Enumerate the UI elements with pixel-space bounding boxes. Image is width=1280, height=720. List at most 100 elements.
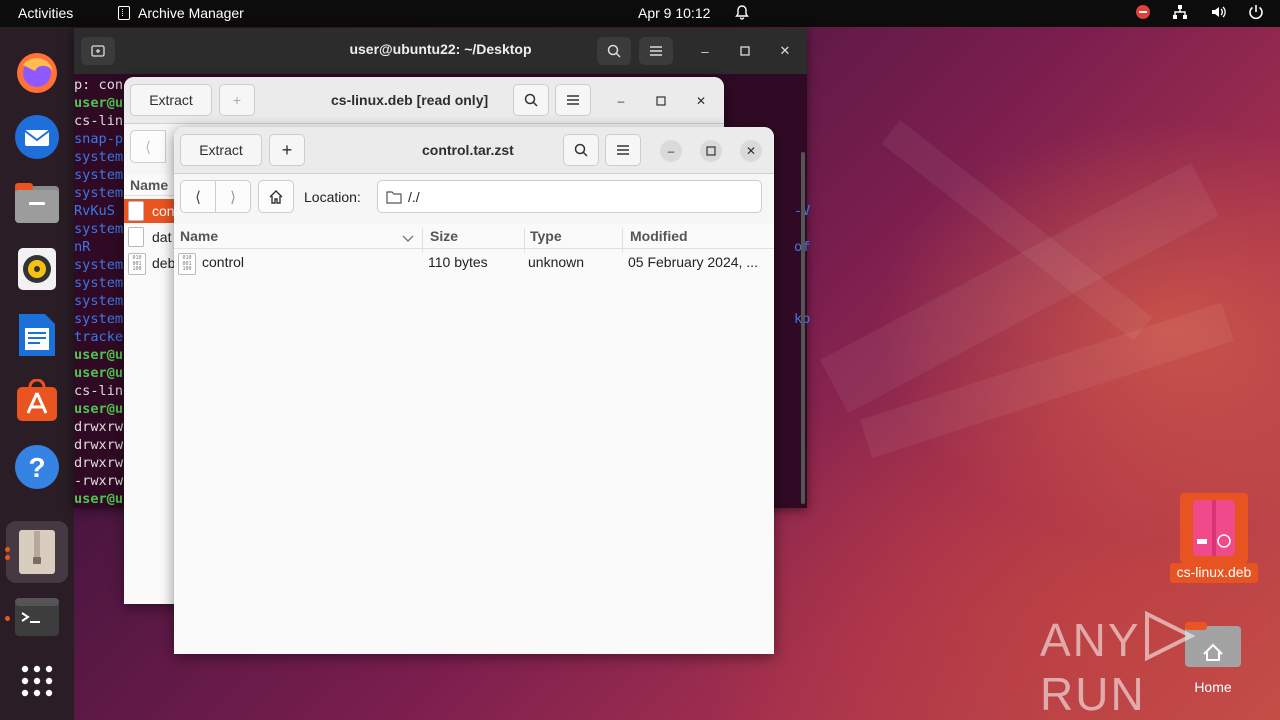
column-name-header[interactable]: Name (180, 228, 218, 244)
terminal-icon[interactable] (13, 593, 61, 641)
clock[interactable]: Apr 9 10:12 (638, 5, 710, 21)
terminal-line-fragment (794, 112, 810, 130)
app-name: Archive Manager (138, 5, 244, 21)
terminal-line-fragment (794, 76, 810, 94)
minimize-icon[interactable]: – (610, 90, 632, 112)
terminal-line: system (74, 275, 124, 291)
terminal-line: cs-lin (74, 383, 124, 399)
app-center-icon[interactable] (13, 377, 61, 425)
home-button[interactable] (258, 180, 294, 213)
deb-package-desktop-icon[interactable] (1180, 493, 1248, 563)
terminal-line: system (74, 311, 124, 327)
location-value: /./ (408, 188, 420, 205)
app-menu[interactable]: Archive Manager (118, 5, 244, 21)
network-icon[interactable] (1172, 4, 1188, 20)
package-icon (1193, 500, 1235, 556)
file-icon (128, 227, 144, 247)
window-title: control.tar.zst (422, 142, 514, 158)
binary-file-icon: 010 001 100 (128, 253, 146, 275)
search-button[interactable] (563, 134, 599, 166)
libreoffice-writer-icon[interactable] (13, 311, 61, 359)
terminal-output[interactable]: p: con user@u cs-lin snap-p system system syst… (74, 76, 123, 508)
back-button[interactable]: ⟨ (130, 130, 166, 163)
binary-file-icon: 010 001 100 (178, 253, 196, 275)
archive-icon (118, 6, 130, 20)
archive-window-control[interactable]: Extract + control.tar.zst – ✕ ⟨ ⟩ Locati… (174, 127, 774, 654)
add-files-button[interactable]: + (219, 84, 255, 116)
terminal-line: system (74, 257, 124, 273)
folder-icon (386, 190, 402, 204)
show-apps-icon[interactable] (13, 657, 61, 705)
search-button[interactable] (513, 84, 549, 116)
power-icon[interactable] (1248, 4, 1264, 20)
deb-package-label[interactable]: cs-linux.deb (1170, 563, 1258, 583)
menu-button[interactable] (605, 134, 641, 166)
terminal-line: system (74, 185, 124, 201)
files-icon[interactable] (13, 179, 61, 227)
terminal-line: tracke (74, 329, 124, 345)
maximize-icon[interactable] (650, 90, 672, 112)
terminal-search-button[interactable] (597, 37, 631, 65)
table-row[interactable]: 010 001 100 control 110 bytes unknown 05 F… (174, 251, 774, 277)
list-item-label: deb (152, 255, 176, 271)
menu-button[interactable] (555, 84, 591, 116)
location-field[interactable]: /./ (377, 180, 762, 213)
terminal-line: system (74, 221, 124, 237)
column-type-header[interactable]: Type (530, 228, 562, 244)
system-tray[interactable] (1136, 4, 1264, 20)
terminal-line: user@u (74, 95, 124, 111)
terminal-line: RvKuS (74, 203, 115, 219)
firefox-icon[interactable] (13, 49, 61, 97)
back-button[interactable]: ⟨ (180, 180, 216, 213)
terminal-line: user@u (74, 365, 124, 381)
minimize-icon[interactable]: – (696, 42, 714, 60)
do-not-disturb-icon[interactable] (1136, 5, 1150, 19)
terminal-line: user@u (74, 401, 124, 417)
terminal-line-fragment (794, 94, 810, 112)
file-modified: 05 February 2024, ... (628, 254, 758, 270)
list-item-selected[interactable]: con (124, 199, 176, 223)
terminal-line: user@u (74, 491, 124, 507)
help-icon[interactable]: ? (13, 443, 61, 491)
column-headers: Name Size Type Modified (174, 224, 774, 253)
maximize-icon[interactable] (700, 140, 722, 162)
extract-button[interactable]: Extract (180, 134, 262, 166)
add-files-button[interactable]: + (269, 134, 305, 166)
close-icon[interactable]: ✕ (776, 42, 794, 60)
running-indicator (5, 616, 10, 621)
terminal-scrollbar[interactable] (801, 152, 805, 504)
volume-icon[interactable] (1210, 4, 1226, 20)
terminal-line: system (74, 167, 124, 183)
file-icon (128, 201, 144, 221)
terminal-line: drwxrw (74, 437, 124, 453)
column-size-header[interactable]: Size (430, 228, 458, 244)
thunderbird-icon[interactable] (13, 113, 61, 161)
svg-text:?: ? (28, 452, 45, 483)
headerbar: Extract + cs-linux.deb [read only] – ✕ (124, 77, 724, 124)
dock: ? (0, 27, 74, 720)
forward-button[interactable]: ⟩ (215, 180, 251, 213)
terminal-line: cs-lin (74, 113, 124, 129)
list-item[interactable]: dat (124, 225, 176, 249)
terminal-line: drwxrw (74, 455, 124, 471)
list-item-label: dat (152, 229, 172, 245)
minimize-icon[interactable]: – (660, 140, 682, 162)
maximize-icon[interactable] (736, 42, 754, 60)
archive-manager-dock-icon[interactable] (6, 521, 68, 583)
list-item[interactable]: 010 001 100 deb (124, 251, 176, 275)
window-title: cs-linux.deb [read only] (331, 92, 489, 108)
terminal-line: -rwxrw (74, 473, 124, 489)
running-indicator (5, 555, 10, 560)
terminal-headerbar: user@ubuntu22: ~/Desktop – ✕ (74, 28, 807, 74)
close-icon[interactable]: ✕ (690, 90, 712, 112)
column-modified-header[interactable]: Modified (630, 228, 688, 244)
rhythmbox-icon[interactable] (13, 245, 61, 293)
file-name: control (202, 254, 245, 270)
notification-bell-icon[interactable] (734, 4, 750, 23)
extract-button[interactable]: Extract (130, 84, 212, 116)
terminal-line: system (74, 149, 124, 165)
home-icon (269, 189, 283, 204)
terminal-menu-button[interactable] (639, 37, 673, 65)
close-icon[interactable]: ✕ (740, 140, 762, 162)
activities-button[interactable]: Activities (18, 5, 73, 21)
